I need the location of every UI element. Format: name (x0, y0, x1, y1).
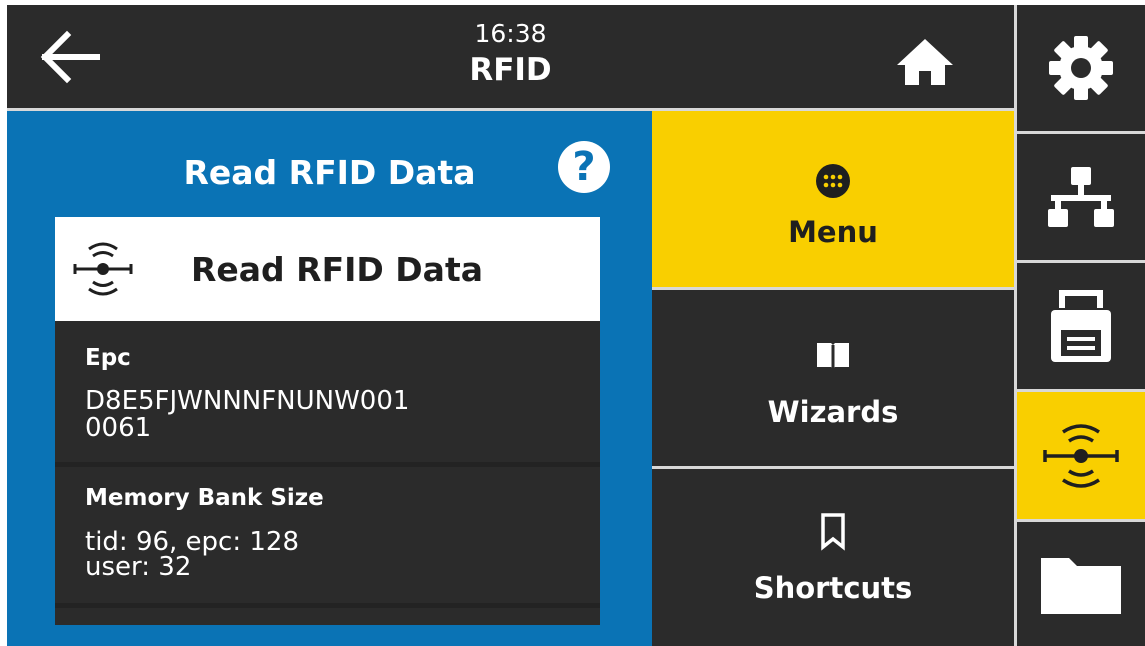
sidebar-item-printer[interactable] (1014, 263, 1145, 389)
read-rfid-panel: Read RFID Data ? Read RFID Data Epc D8E5… (7, 111, 652, 646)
sidebar-item-network[interactable] (1014, 134, 1145, 260)
rfid-icon (1043, 423, 1119, 488)
wizards-label: Wizards (767, 395, 899, 429)
folder-icon (1041, 558, 1121, 614)
wizards-button[interactable]: Wizards (652, 290, 1014, 466)
clock-time: 16:38 (474, 19, 547, 48)
menu-dots-icon (813, 161, 853, 201)
page-title: RFID (469, 52, 552, 88)
menu-button[interactable]: Menu (652, 111, 1014, 287)
epc-value-line1: D8E5FJWNNNFNUNW001 (85, 386, 410, 416)
network-icon (1048, 167, 1114, 227)
row-divider (55, 603, 600, 608)
epc-value-line2: 0061 (85, 413, 152, 443)
sidebar (1014, 5, 1145, 646)
rfid-data-card: Read RFID Data Epc D8E5FJWNNNFNUNW001 00… (55, 217, 600, 625)
memory-bank-size-line2: user: 32 (85, 552, 192, 582)
row-divider (55, 462, 600, 467)
epc-label: Epc (85, 345, 131, 371)
card-title: Read RFID Data (191, 250, 483, 289)
settings-icon (1049, 36, 1113, 100)
home-icon (897, 39, 953, 85)
printer-screen: 16:38 RFID Read RFID Data ? Read RFID Da… (7, 5, 1145, 646)
bookmark-icon (813, 511, 853, 551)
help-button[interactable]: ? (558, 141, 610, 193)
shortcuts-label: Shortcuts (753, 571, 913, 605)
memory-bank-size-label: Memory Bank Size (85, 485, 324, 511)
sidebar-item-rfid[interactable] (1014, 392, 1145, 519)
sidebar-item-folder[interactable] (1014, 522, 1145, 646)
question-mark-icon: ? (572, 144, 596, 190)
card-header: Read RFID Data (55, 217, 600, 321)
panel-title: Read RFID Data (183, 153, 476, 192)
rfid-icon (73, 237, 133, 301)
book-icon (813, 335, 853, 375)
shortcuts-button[interactable]: Shortcuts (652, 469, 1014, 646)
sidebar-item-settings[interactable] (1014, 5, 1145, 131)
header-bar: 16:38 RFID (7, 5, 1014, 108)
menu-label: Menu (788, 215, 878, 249)
home-button[interactable] (885, 31, 965, 91)
printer-icon (1051, 290, 1111, 362)
